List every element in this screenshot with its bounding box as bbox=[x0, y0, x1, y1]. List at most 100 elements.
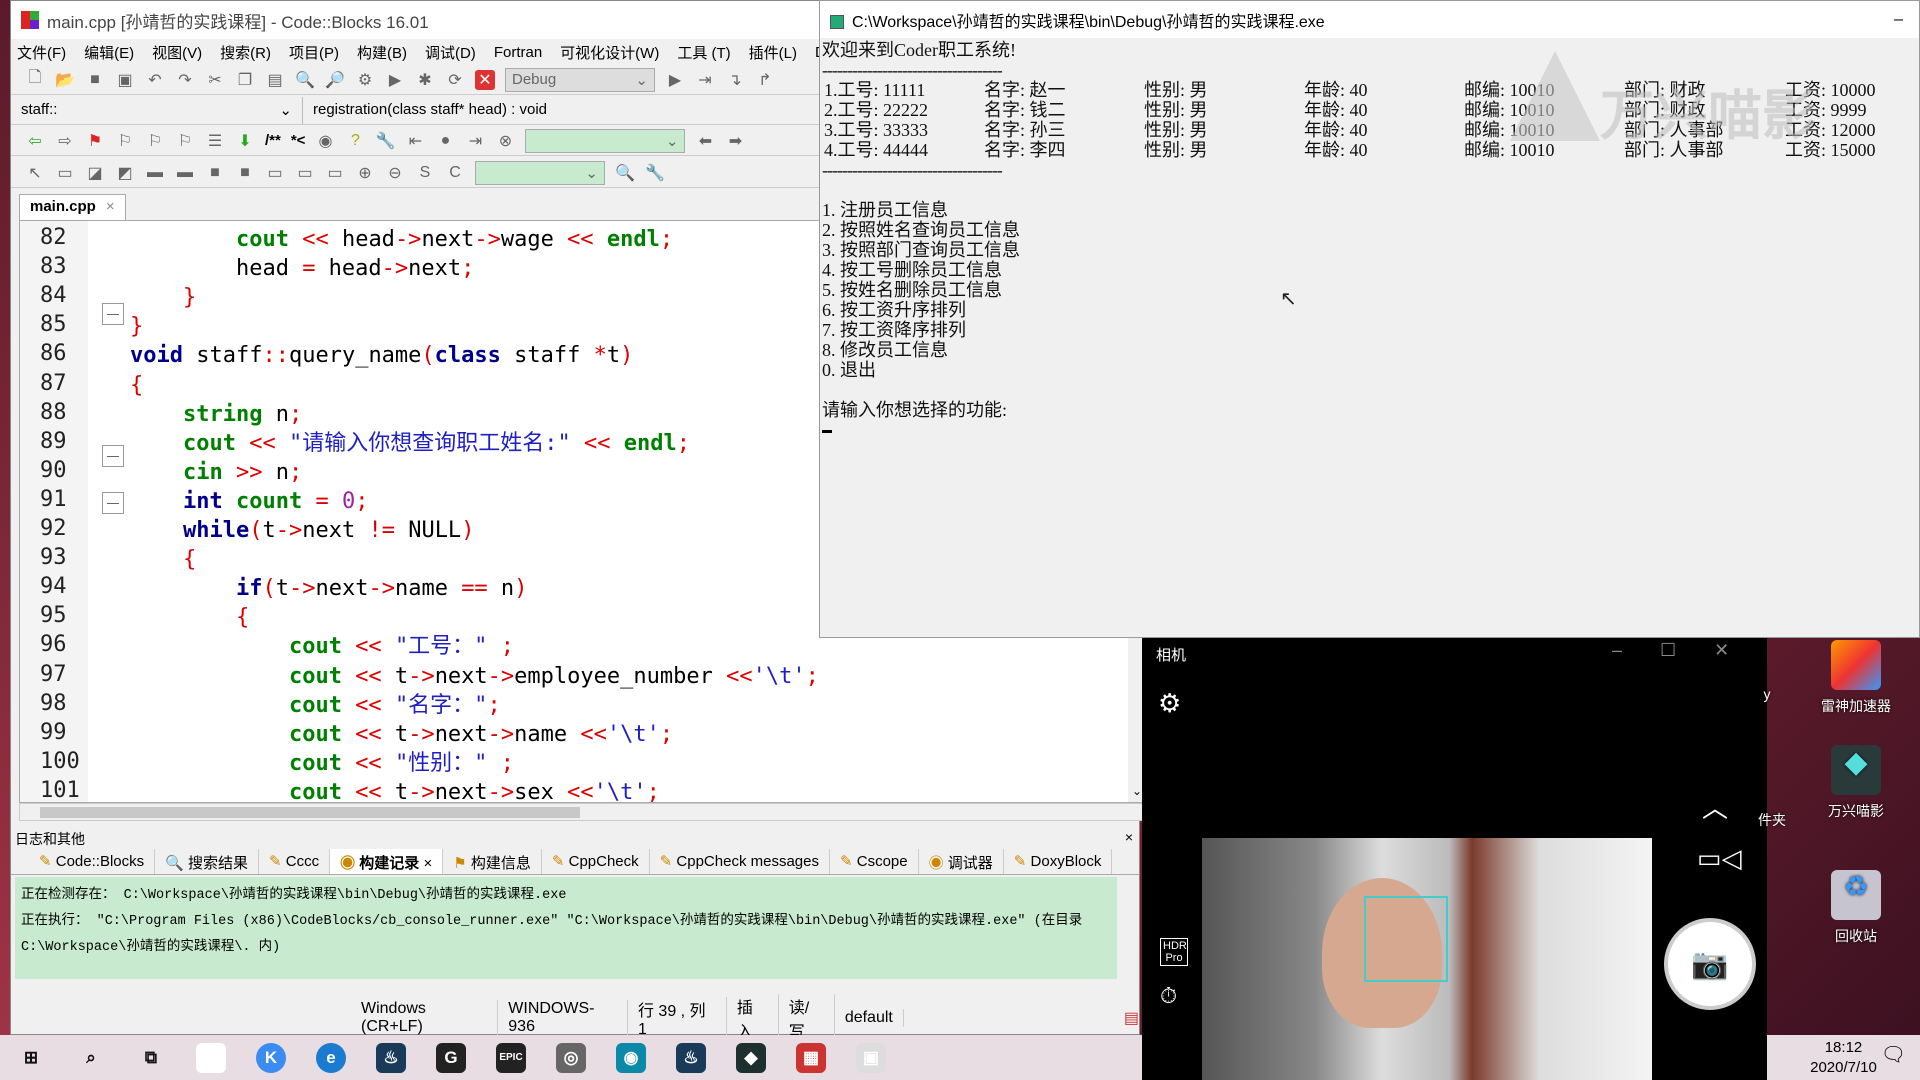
zoom-in-icon[interactable]: ⊕ bbox=[355, 163, 375, 183]
layout4-icon[interactable]: ■ bbox=[235, 163, 255, 183]
jump-forward-icon[interactable]: ⇥ bbox=[465, 131, 485, 151]
log-tab[interactable]: ◉ 构建记录 × bbox=[330, 849, 444, 874]
copy-icon[interactable]: ❐ bbox=[235, 70, 255, 90]
search-combo[interactable]: ⌄ bbox=[525, 128, 686, 153]
log-tab[interactable]: ✎ Cccc bbox=[259, 849, 331, 874]
next-bookmark-icon[interactable]: ⚐ bbox=[145, 131, 165, 151]
build-target-select[interactable]: Debug ⌄ bbox=[505, 67, 655, 92]
log-tab[interactable]: ✎ CppCheck messages bbox=[650, 849, 830, 874]
fold-marker-icon[interactable] bbox=[102, 303, 124, 325]
hdr-pro-icon[interactable]: HDR Pro bbox=[1160, 938, 1188, 966]
desktop-icon-leishen[interactable]: 雷神加速器 bbox=[1806, 640, 1906, 716]
console-icon[interactable]: ▣ bbox=[856, 1042, 886, 1073]
align-icon[interactable]: ◩ bbox=[115, 163, 135, 183]
filmora-icon[interactable]: ◆ bbox=[736, 1042, 766, 1073]
maximize-icon[interactable]: ☐ bbox=[1660, 640, 1676, 661]
redo-icon[interactable]: ↷ bbox=[175, 70, 195, 90]
tab-main-cpp[interactable]: main.cpp × bbox=[19, 194, 126, 220]
log-scrollbar[interactable] bbox=[1117, 877, 1135, 979]
layout3-icon[interactable]: ■ bbox=[205, 163, 225, 183]
task-view-icon[interactable]: ⧉ bbox=[136, 1043, 166, 1073]
bookmark-icon[interactable]: ⚑ bbox=[85, 131, 105, 151]
close-icon[interactable]: ✕ bbox=[1714, 640, 1729, 661]
kugou-icon[interactable]: K bbox=[256, 1042, 286, 1073]
log-tab[interactable]: ◉ 调试器 bbox=[919, 849, 1004, 874]
scroll-thumb[interactable] bbox=[40, 807, 580, 818]
paste-icon[interactable]: ▤ bbox=[265, 70, 285, 90]
extract-docs-icon[interactable]: ⬇ bbox=[235, 131, 255, 151]
clear-bookmark-icon[interactable]: ⚐ bbox=[175, 131, 195, 151]
steam-icon[interactable]: ♨ bbox=[676, 1042, 706, 1073]
codeblocks-icon[interactable]: ▦ bbox=[796, 1042, 826, 1073]
menu-item[interactable]: 构建(B) bbox=[357, 42, 407, 63]
build-icon[interactable]: ⚙ bbox=[355, 70, 375, 90]
log-tab[interactable]: ✎ Cscope bbox=[830, 849, 919, 874]
save-icon[interactable]: ■ bbox=[85, 70, 105, 90]
notification-icon[interactable]: 🗨 bbox=[1881, 1045, 1906, 1065]
log-tab[interactable]: ✎ DoxyBlock bbox=[1004, 849, 1113, 874]
log-tab[interactable]: ✎ Code::Blocks bbox=[29, 849, 156, 874]
take-photo-button[interactable]: 📷 bbox=[1664, 918, 1756, 1010]
undo-icon[interactable]: ↶ bbox=[145, 70, 165, 90]
doxy-html-icon[interactable]: ◉ bbox=[315, 131, 335, 151]
minimize-icon[interactable]: – bbox=[1894, 11, 1903, 29]
system-clock[interactable]: 18:12 2020/7/10 🗨 bbox=[1767, 1035, 1920, 1080]
steam-icon[interactable]: ♨ bbox=[376, 1042, 406, 1073]
video-mode-icon[interactable]: ▭◁ bbox=[1697, 843, 1742, 874]
windows-start-icon[interactable]: ⊞ bbox=[16, 1043, 46, 1073]
log-tab[interactable]: ✎ CppCheck bbox=[542, 849, 650, 874]
new-file-icon[interactable]: 🗋 bbox=[25, 69, 45, 90]
close-icon[interactable]: × bbox=[106, 198, 115, 217]
menu-item[interactable]: Fortran bbox=[494, 44, 542, 61]
save-all-icon[interactable]: ▣ bbox=[115, 70, 135, 90]
step-out-icon[interactable]: ↱ bbox=[755, 70, 775, 90]
clear-icon[interactable]: ⊗ bbox=[495, 131, 515, 151]
edge-icon[interactable]: e bbox=[316, 1042, 346, 1073]
menu-item[interactable]: 文件(F) bbox=[17, 42, 66, 63]
doc-comment-button[interactable]: /** bbox=[265, 132, 281, 149]
log-tab[interactable]: 🔍 搜索结果 bbox=[155, 849, 259, 874]
fold-marker-icon[interactable] bbox=[102, 445, 124, 467]
find-icon[interactable]: 🔍 bbox=[295, 70, 315, 90]
close-icon[interactable]: × bbox=[1125, 829, 1133, 849]
gog-galaxy-icon[interactable]: G bbox=[436, 1042, 466, 1073]
step-into-icon[interactable]: ↴ bbox=[725, 70, 745, 90]
replace-icon[interactable]: 🔎 bbox=[325, 70, 345, 90]
settings-gear-icon[interactable]: ⚙ bbox=[1158, 688, 1181, 719]
right-arrow-icon[interactable]: ➡ bbox=[725, 131, 745, 151]
frame1-icon[interactable]: ▭ bbox=[265, 163, 285, 183]
help-icon[interactable]: ? bbox=[345, 131, 365, 151]
debug-run-icon[interactable]: ▶ bbox=[665, 70, 685, 90]
fill-icon[interactable]: ◪ bbox=[85, 163, 105, 183]
menu-item[interactable]: 项目(P) bbox=[289, 42, 339, 63]
menu-item[interactable]: 视图(V) bbox=[152, 42, 202, 63]
breakpoint-icon[interactable]: ● bbox=[435, 131, 455, 151]
open-icon[interactable]: 📂 bbox=[55, 70, 75, 90]
search-icon[interactable]: ⌕ bbox=[76, 1043, 106, 1073]
scope-select[interactable]: staff:: ⌄ bbox=[11, 97, 303, 124]
frame3-icon[interactable]: ▭ bbox=[325, 163, 345, 183]
menu-item[interactable]: 编辑(E) bbox=[84, 42, 134, 63]
menu-item[interactable]: 搜索(R) bbox=[220, 42, 271, 63]
rebuild-icon[interactable]: ⟳ bbox=[445, 70, 465, 90]
horizontal-scrollbar[interactable] bbox=[19, 803, 1147, 821]
doxywizard-icon[interactable]: ☰ bbox=[205, 131, 225, 151]
log-tab[interactable]: ⚑ 构建信息 bbox=[443, 849, 542, 874]
fold-marker-icon[interactable] bbox=[102, 492, 124, 514]
s-icon[interactable]: S bbox=[415, 163, 435, 183]
desktop-icon-recycle-bin[interactable]: ♻ 回收站 bbox=[1806, 870, 1906, 946]
minimize-icon[interactable]: – bbox=[1612, 640, 1622, 661]
baidu-netdisk-icon[interactable]: ✿ bbox=[196, 1042, 226, 1073]
back-arrow-icon[interactable]: ⇦ bbox=[25, 131, 45, 151]
search-symbol-icon[interactable]: 🔍 bbox=[615, 163, 635, 183]
abort-icon[interactable]: ✕ bbox=[475, 69, 495, 90]
desktop-icon-filmora[interactable]: ◆ 万兴喵影 bbox=[1806, 745, 1906, 821]
menu-item[interactable]: 可视化设计(W) bbox=[560, 42, 659, 63]
prev-bookmark-icon[interactable]: ⚐ bbox=[115, 131, 135, 151]
epic-games-icon[interactable]: EPIC bbox=[496, 1042, 526, 1073]
jump-back-icon[interactable]: ⇤ bbox=[405, 131, 425, 151]
chevron-up-icon[interactable]: ︿ bbox=[1702, 788, 1728, 825]
rect-icon[interactable]: ▭ bbox=[55, 163, 75, 183]
scroll-down-icon[interactable]: ⌄ bbox=[1132, 784, 1142, 798]
timer-icon[interactable]: ⏱ bbox=[1160, 983, 1177, 1009]
